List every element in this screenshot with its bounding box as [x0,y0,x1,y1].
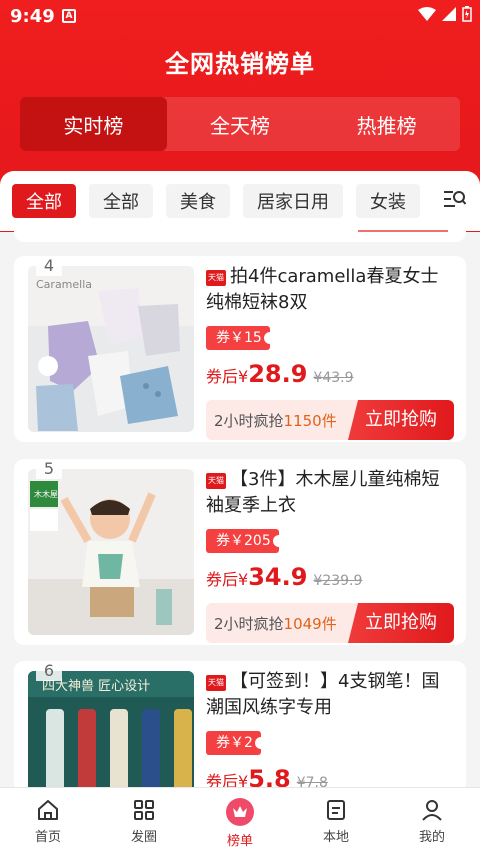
original-price: ¥239.9 [313,573,363,589]
coupon-badge: 券￥15 [206,326,276,350]
category-chip-all[interactable]: 全部 [89,184,153,218]
product-banner-text: 四大神兽 匠心设计 [42,679,150,694]
nav-home[interactable]: 首页 [0,788,96,854]
product-card[interactable]: 5 木木屋 天猫 【3件】木木屋儿童纯棉短袖夏季上衣 券￥205 券后¥34.9 ¥… [14,459,466,645]
status-bar: 9:49 A [0,0,480,34]
product-image-kids-shirt: 木木屋 [28,469,194,635]
category-chip-all-selected[interactable]: 全部 [12,184,76,218]
final-price: 28.9 [248,360,308,388]
tab-hot-push[interactable]: 热推榜 [313,97,460,151]
home-icon [38,800,58,820]
nav-label: 榜单 [226,834,253,849]
crown-icon [226,798,254,826]
price-label: 券后¥ [206,570,249,589]
sold-prefix: 2小时疯抢 [214,615,284,633]
tab-all-day[interactable]: 全天榜 [167,97,314,151]
tmall-badge-icon: 天猫 [206,473,226,489]
rank-number: 5 [36,459,62,479]
nav-label: 首页 [34,830,61,845]
price-label: 券后¥ [206,367,249,386]
wifi-icon [418,7,436,21]
page-title: 全网热销榜单 [165,50,315,78]
nav-mine[interactable]: 我的 [384,788,480,854]
brand-logo: 木木屋 [34,489,58,499]
buy-row: 2小时疯抢1049件 立即抢购 [206,603,454,643]
brand-logo: Caramella [36,278,92,291]
product-title: 【可签到！】4支钢笔！国潮国风练字专用 [206,671,440,718]
nav-label: 本地 [322,830,349,845]
tmall-badge-icon: 天猫 [206,675,226,691]
notification-icon: A [62,9,76,23]
product-card[interactable]: 4 Caramella 天猫 拍4件caramella春夏女士纯棉短袜8双 券￥1… [14,256,466,442]
nav-local[interactable]: 本地 [288,788,384,854]
sold-count: 1049件 [283,615,337,633]
buy-now-button[interactable]: 立即抢购 [348,400,454,440]
signal-icon [442,7,456,21]
category-chip-food[interactable]: 美食 [166,184,230,218]
category-chip-womenswear[interactable]: 女装 [356,184,420,218]
product-title: 拍4件caramella春夏女士纯棉短袜8双 [206,266,439,313]
grid-icon [134,800,154,820]
battery-icon [462,6,472,22]
sold-count: 1150件 [283,412,337,430]
status-icons [418,6,472,22]
coupon-badge: 券￥205 [206,529,285,553]
final-price: 34.9 [248,563,308,591]
status-time: 9:49 [10,6,55,27]
product-image-socks: Caramella [28,266,194,432]
buy-now-button[interactable]: 立即抢购 [348,603,454,643]
rank-number: 6 [36,661,62,681]
buy-row: 2小时疯抢1150件 立即抢购 [206,400,454,440]
coupon-badge: 券￥2 [206,731,267,755]
product-card-partial [14,222,466,242]
rank-number: 4 [36,256,62,276]
user-icon [422,800,442,821]
category-chip-household[interactable]: 居家日用 [243,184,343,218]
tab-realtime[interactable]: 实时榜 [20,97,167,151]
tmall-badge-icon: 天猫 [206,270,226,286]
nav-ranking[interactable]: 榜单 [192,788,288,854]
category-search-icon[interactable] [444,189,466,209]
ranking-tabs: 实时榜 全天榜 热推榜 [20,97,460,151]
nav-label: 我的 [418,830,445,845]
nav-share[interactable]: 发圈 [96,788,192,854]
nav-label: 发圈 [130,830,157,845]
sold-prefix: 2小时疯抢 [214,412,284,430]
document-icon [327,800,345,820]
original-price: ¥43.9 [313,370,354,386]
bottom-navigation: 首页 发圈 榜单 本地 我的 [0,787,480,854]
product-title: 【3件】木木屋儿童纯棉短袖夏季上衣 [206,469,440,516]
